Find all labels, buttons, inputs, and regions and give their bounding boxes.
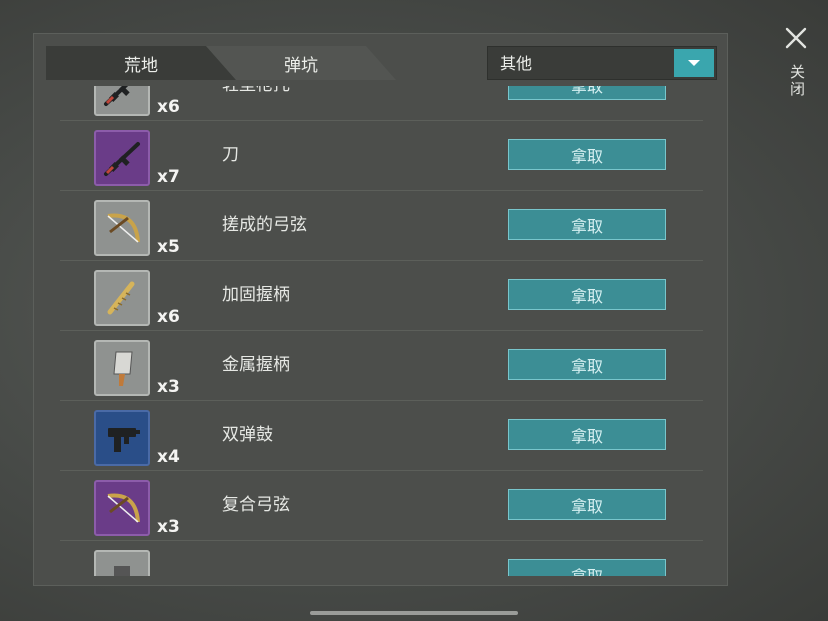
list-item: x4 双弹鼓 拿取	[60, 401, 703, 471]
bow-icon	[94, 200, 150, 256]
take-button[interactable]: 拿取	[508, 419, 666, 450]
item-list[interactable]: x6轻型枪托拿取x7刀拿取x5搓成的弓弦拿取x6加固握柄拿取x3金属握柄拿取x4…	[60, 86, 703, 576]
take-button[interactable]: 拿取	[508, 349, 666, 380]
item-count: x4	[157, 447, 180, 467]
item-count: x5	[157, 237, 180, 257]
close-icon[interactable]	[785, 27, 807, 49]
take-button[interactable]: 拿取	[508, 559, 666, 576]
take-button[interactable]: 拿取	[508, 139, 666, 170]
list-item: x3 复合弓弦 拿取	[60, 471, 703, 541]
list-item: x6 加固握柄 拿取	[60, 261, 703, 331]
list-item: x7 刀 拿取	[60, 121, 703, 191]
list-item: x3 金属握柄 拿取	[60, 331, 703, 401]
take-button[interactable]: 拿取	[508, 279, 666, 310]
item-count: x6	[157, 307, 180, 327]
category-dropdown[interactable]: 其他	[487, 46, 717, 80]
item-name: 金属握柄	[222, 355, 290, 375]
list-item: x6 轻型枪托 拿取	[60, 86, 703, 121]
grip-icon	[94, 270, 150, 326]
item-count: x7	[157, 167, 180, 187]
loot-panel: 荒地 弹坑 其他 x6轻型枪托拿取x7刀拿取x5搓成的弓弦拿取x6加固握柄拿取x…	[33, 33, 728, 586]
item-name: 刀	[222, 145, 239, 165]
cleaver-icon	[94, 340, 150, 396]
item-name: 轻型枪托	[222, 86, 290, 120]
close-label[interactable]: 关闭	[787, 64, 808, 98]
item-name: 复合弓弦	[222, 495, 290, 515]
item-count: x3	[157, 517, 180, 537]
take-button[interactable]: 拿取	[508, 489, 666, 520]
list-item: x5 搓成的弓弦 拿取	[60, 191, 703, 261]
category-dropdown-value: 其他	[500, 54, 533, 73]
item-count: x6	[157, 97, 180, 117]
tab-bar: 荒地 弹坑 其他	[46, 46, 717, 80]
tab-crater[interactable]: 弹坑	[206, 46, 396, 80]
home-indicator	[310, 611, 518, 615]
item-name: 搓成的弓弦	[222, 215, 307, 235]
rifle-icon	[94, 86, 150, 116]
tab-wasteland[interactable]: 荒地	[46, 46, 236, 80]
take-button[interactable]: 拿取	[508, 86, 666, 100]
bow-icon	[94, 480, 150, 536]
rifle-icon	[94, 130, 150, 186]
chevron-down-icon[interactable]	[674, 49, 714, 77]
take-button[interactable]: 拿取	[508, 209, 666, 240]
item-name: 加固握柄	[222, 285, 290, 305]
item-count: x3	[157, 377, 180, 397]
list-item: 拿取	[60, 541, 703, 576]
item-icon	[94, 550, 150, 576]
item-name: 双弹鼓	[222, 425, 273, 445]
smg-icon	[94, 410, 150, 466]
